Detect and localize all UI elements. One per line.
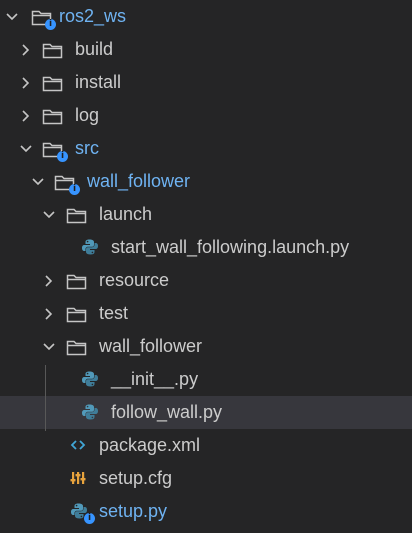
tree-row-resource[interactable]: resource <box>0 264 412 297</box>
chevron-down-icon[interactable] <box>19 132 33 165</box>
indent-guide <box>45 365 46 431</box>
info-badge-icon: i <box>69 184 80 195</box>
tree-item-label: resource <box>99 270 170 290</box>
tree-item-label: install <box>75 72 122 92</box>
chevron-right-icon[interactable] <box>42 297 56 330</box>
tree-row-setup-py[interactable]: i setup.py <box>0 495 412 528</box>
chevron-right-icon[interactable] <box>19 66 33 99</box>
tree-row-install[interactable]: install <box>0 66 412 99</box>
tree-row-build[interactable]: build <box>0 33 412 66</box>
tree-item-label: wall_follower <box>87 171 191 191</box>
chevron-right-icon[interactable] <box>42 264 56 297</box>
tree-item-label: __init__.py <box>111 369 199 389</box>
chevron-down-icon[interactable] <box>5 0 19 33</box>
chevron-down-icon[interactable] <box>42 330 56 363</box>
tree-item-label: follow_wall.py <box>111 402 223 422</box>
tree-row-test[interactable]: test <box>0 297 412 330</box>
tree-item-label: build <box>75 39 114 59</box>
tree-row-start-wall-following-launch[interactable]: start_wall_following.launch.py <box>0 231 412 264</box>
explorer-tree: i ros2_ws build install log i src i wall… <box>0 0 412 528</box>
tree-row-launch[interactable]: launch <box>0 198 412 231</box>
chevron-right-icon[interactable] <box>19 99 33 132</box>
tree-row-init-py[interactable]: __init__.py <box>0 363 412 396</box>
tree-item-label: wall_follower <box>99 336 203 356</box>
info-badge-icon: i <box>84 513 95 524</box>
tree-item-label: launch <box>99 204 153 224</box>
chevron-down-icon[interactable] <box>42 198 56 231</box>
chevron-right-icon[interactable] <box>19 33 33 66</box>
info-badge-icon: i <box>57 151 68 162</box>
tree-row-follow-wall-py[interactable]: follow_wall.py <box>0 396 412 429</box>
tree-row-package-xml[interactable]: package.xml <box>0 429 412 462</box>
tree-row-setup-cfg[interactable]: setup.cfg <box>0 462 412 495</box>
info-badge-icon: i <box>45 19 56 30</box>
tree-row-log[interactable]: log <box>0 99 412 132</box>
tree-item-label: setup.cfg <box>99 468 173 488</box>
tree-item-label: start_wall_following.launch.py <box>111 237 350 257</box>
tree-item-label: package.xml <box>99 435 201 455</box>
chevron-down-icon[interactable] <box>31 165 45 198</box>
tree-item-label: ros2_ws <box>59 6 127 26</box>
tree-row-ros2-ws[interactable]: i ros2_ws <box>0 0 412 33</box>
tree-row-wall-follower-package[interactable]: i wall_follower <box>0 165 412 198</box>
tree-item-label: src <box>75 138 99 158</box>
tree-item-label: test <box>99 303 129 323</box>
tree-row-src[interactable]: i src <box>0 132 412 165</box>
tree-item-label: log <box>75 105 100 125</box>
tree-row-wall-follower-module[interactable]: wall_follower <box>0 330 412 363</box>
tree-item-label: setup.py <box>99 501 168 521</box>
